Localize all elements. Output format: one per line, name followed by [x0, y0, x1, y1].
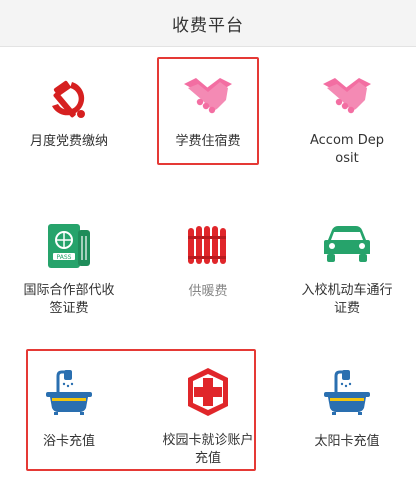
tile-tuition-accommodation[interactable]: 学费住宿费 — [139, 64, 277, 172]
handshake-icon — [184, 78, 232, 114]
hammer-sickle-icon — [52, 80, 85, 118]
handshake-icon — [323, 78, 371, 114]
tile-clinic-account-topup[interactable]: 校园卡就诊账户充值 — [139, 360, 277, 468]
page-title: 收费平台 — [172, 15, 244, 36]
tile-label: 入校机动车通行证费 — [301, 283, 393, 316]
tile-label: 浴卡充值 — [42, 434, 95, 449]
medical-cross-icon — [188, 368, 228, 416]
tile-label: 月度党费缴纳 — [29, 134, 108, 149]
svg-text:PASS: PASS — [57, 254, 72, 261]
tile-label: 校园卡就诊账户充值 — [162, 433, 254, 466]
tile-label: Accom Deposit — [310, 133, 384, 166]
passport-icon: PASS — [48, 224, 90, 268]
tile-accom-deposit[interactable]: Accom Deposit — [278, 64, 416, 172]
bathtub-icon — [324, 370, 370, 415]
tile-label: 学费住宿费 — [175, 134, 241, 149]
tile-solar-card-topup[interactable]: 太阳卡充值 — [278, 360, 416, 468]
car-icon — [324, 226, 370, 262]
tile-label: 供暖费 — [188, 284, 228, 299]
tile-label: 太阳卡充值 — [314, 434, 380, 449]
bathtub-icon — [46, 370, 92, 415]
tile-label: 国际合作部代收签证费 — [23, 283, 115, 316]
radiator-icon — [188, 226, 226, 264]
tile-bath-card-topup[interactable]: 浴卡充值 — [0, 360, 138, 468]
tile-visa-fee[interactable]: PASS 国际合作部代收签证费 — [0, 210, 138, 322]
tile-party-dues[interactable]: 月度党费缴纳 — [0, 64, 138, 172]
tile-heating-fee[interactable]: 供暖费 — [139, 210, 277, 322]
tile-vehicle-pass[interactable]: 入校机动车通行证费 — [278, 210, 416, 322]
page-header: 收费平台 — [0, 0, 416, 47]
